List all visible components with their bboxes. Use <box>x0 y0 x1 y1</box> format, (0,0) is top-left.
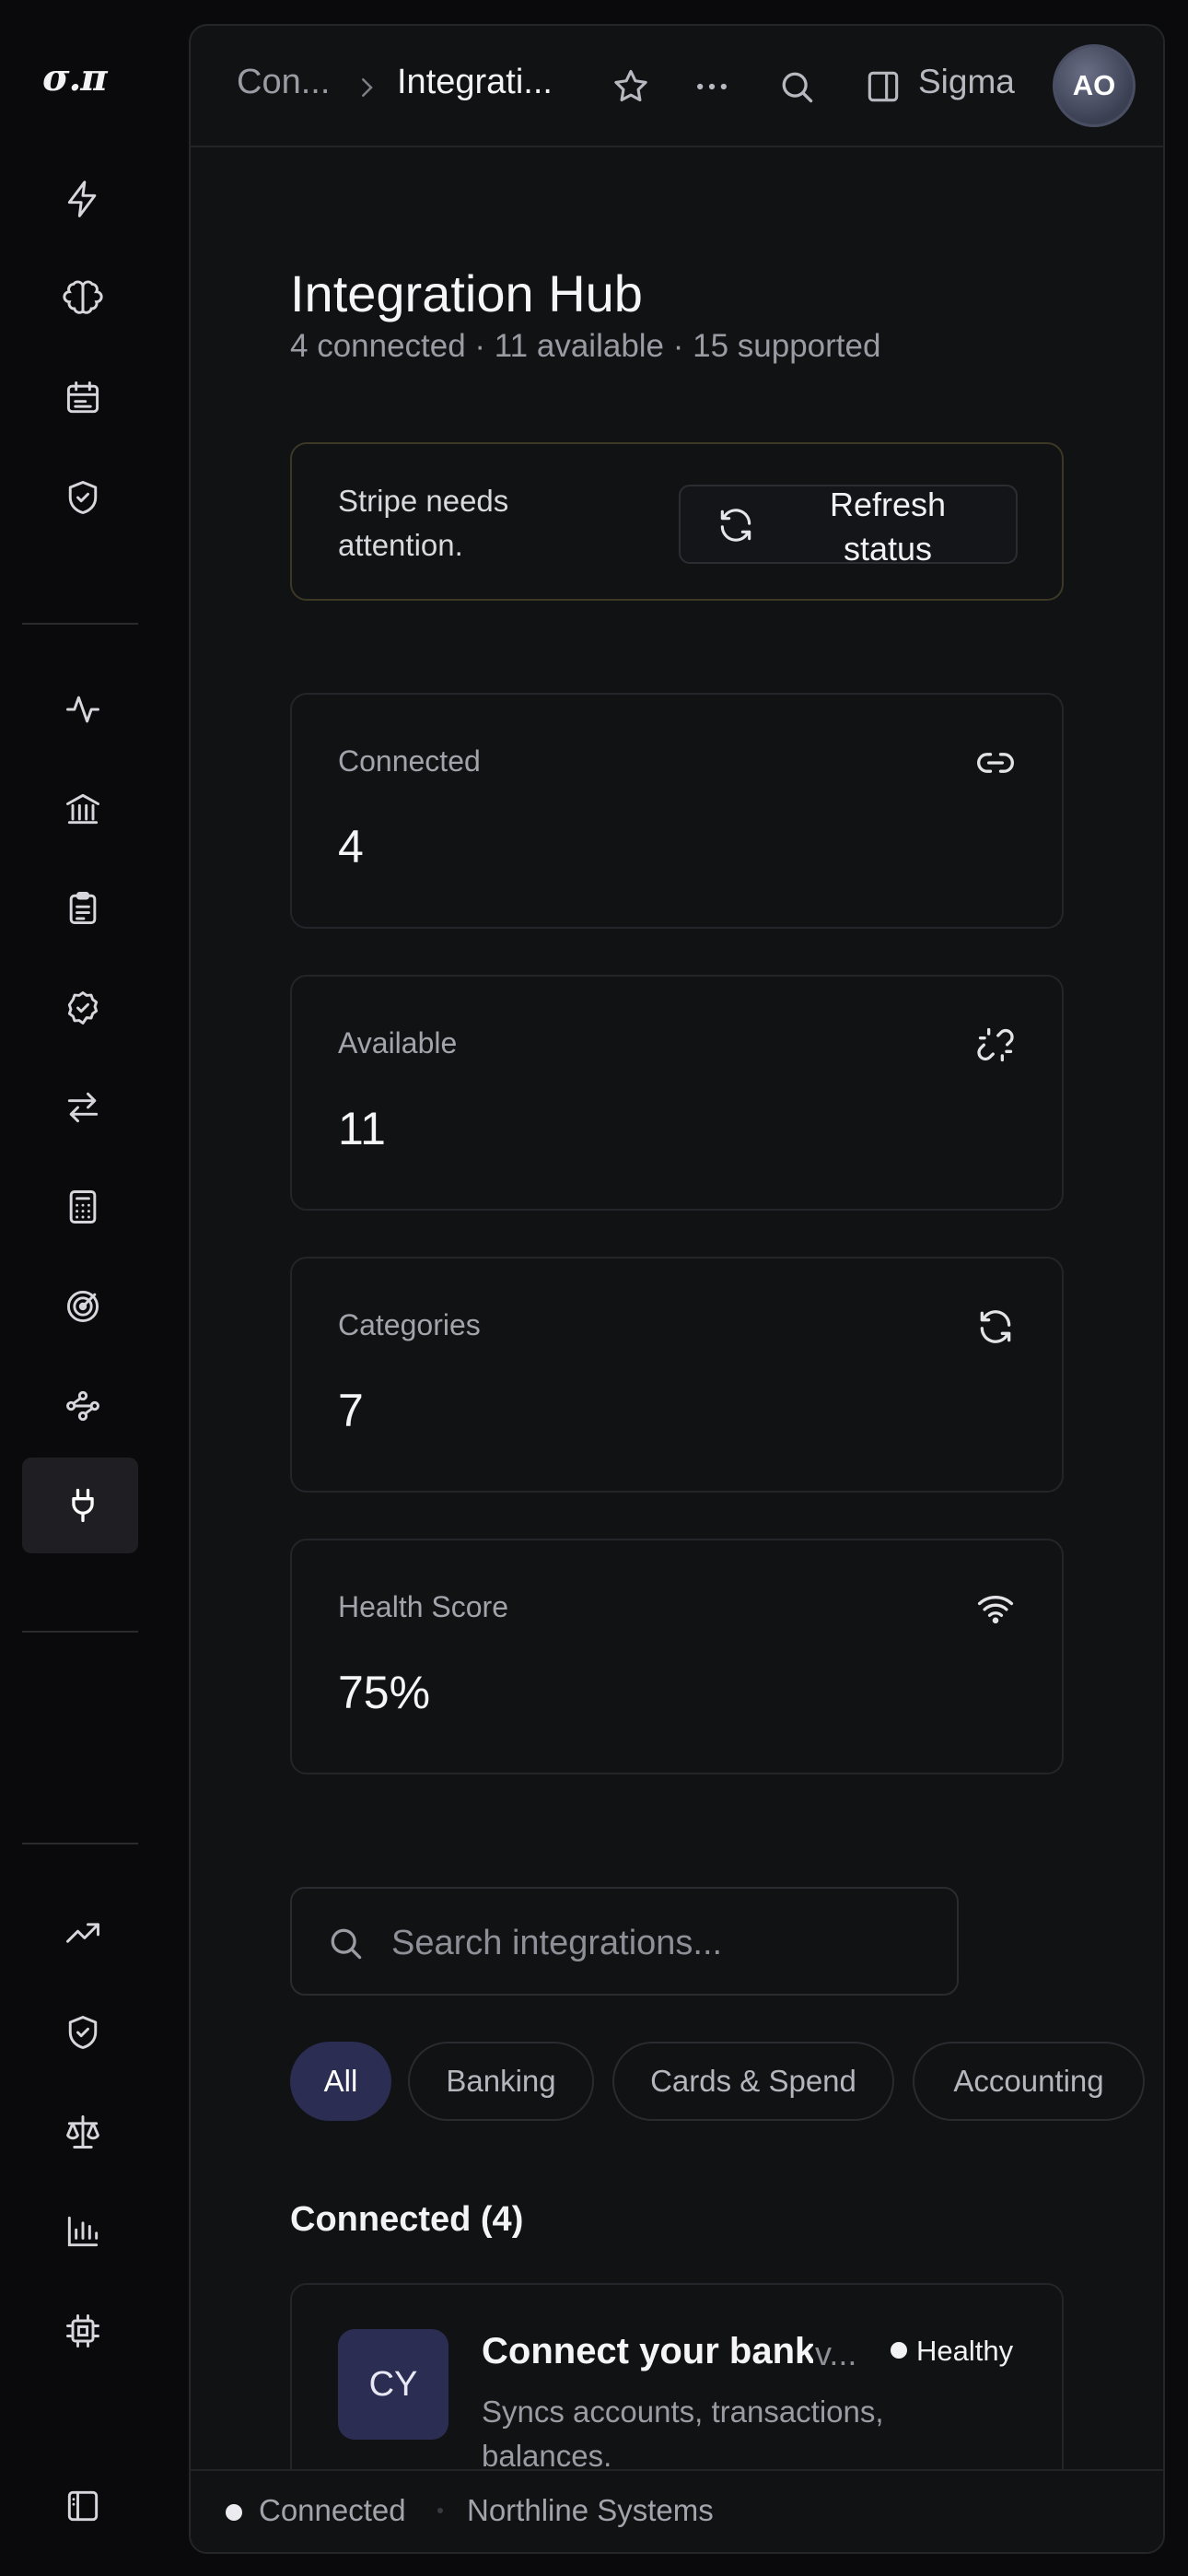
badge-check-icon <box>67 991 99 1025</box>
sidebar-item-tasks[interactable] <box>22 861 138 956</box>
stat-value: 7 <box>338 1385 364 1436</box>
target-icon <box>66 1290 99 1323</box>
filter-chip-all[interactable]: All <box>290 2042 391 2121</box>
stat-value: 11 <box>338 1103 386 1154</box>
panel-layout-icon[interactable] <box>863 66 903 107</box>
trending-up-icon <box>66 1923 99 1943</box>
sidebar-item-workflows[interactable] <box>22 1358 138 1454</box>
link-icon <box>977 753 1014 773</box>
sidebar-item-legal[interactable] <box>22 2084 138 2180</box>
plug-icon <box>72 1488 94 1523</box>
integration-name: Connect your bank <box>482 2331 813 2371</box>
sidebar-item-calculator[interactable] <box>22 1159 138 1255</box>
clipboard-icon <box>69 892 97 925</box>
refresh-status-label: Refresh status <box>829 486 947 568</box>
integration-logo: CY <box>338 2329 448 2440</box>
user-avatar[interactable]: AO <box>1053 44 1136 127</box>
status-bar: Connected Northline Systems <box>191 2469 1163 2552</box>
search-input[interactable] <box>390 1911 933 1975</box>
organization-name: Northline Systems <box>467 2493 714 2527</box>
stat-card-available: Available 11 <box>290 975 1064 1211</box>
breadcrumb-current: Integrati... <box>397 63 553 101</box>
stat-card-health-score: Health Score 75% <box>290 1539 1064 1774</box>
integration-version: v... <box>815 2335 857 2372</box>
stat-label: Categories <box>338 1308 481 1341</box>
sidebar-divider <box>22 1631 138 1633</box>
stat-label: Health Score <box>338 1590 508 1623</box>
top-bar: Con... Integrati... Sigma AO <box>191 26 1163 147</box>
calendar-icon <box>66 381 99 414</box>
sidebar-item-ai[interactable] <box>22 251 138 346</box>
alert-message: Stripe needs attention. <box>338 484 509 562</box>
broken-link-icon <box>977 1027 1014 1062</box>
app-logo[interactable]: σ.π <box>42 55 108 101</box>
stat-label: Available <box>338 1026 458 1060</box>
sidebar-item-activity[interactable] <box>22 662 138 757</box>
sidebar-divider <box>22 1843 138 1844</box>
page-title: Integration Hub <box>290 264 643 322</box>
main-panel: Con... Integrati... Sigma AO Integration… <box>189 24 1165 2554</box>
category-filters: All Banking Cards & Spend Accounting <box>290 2042 1163 2121</box>
stat-value: 75% <box>338 1667 431 1718</box>
sidebar-toggle-icon <box>67 2490 99 2522</box>
more-horizontal-icon[interactable] <box>692 66 732 107</box>
brain-icon <box>63 280 103 314</box>
integration-description: Syncs accounts, transactions, balances. <box>482 2395 884 2473</box>
search-icon[interactable] <box>776 66 817 107</box>
sidebar-item-growth[interactable] <box>22 1885 138 1981</box>
stat-card-connected: Connected 4 <box>290 693 1064 929</box>
cpu-icon <box>66 2314 99 2348</box>
status-text: Healthy <box>916 2335 1014 2367</box>
stat-label: Connected <box>338 744 481 778</box>
bank-icon <box>66 793 99 825</box>
workflow-icon <box>66 1390 99 1422</box>
status-separator <box>437 2508 443 2513</box>
wifi-icon <box>977 1596 1014 1624</box>
workspace-switcher[interactable]: Sigma <box>918 63 1015 101</box>
filter-chip-cards-spend[interactable]: Cards & Spend <box>612 2042 894 2121</box>
refresh-icon <box>720 509 751 542</box>
filter-chip-accounting[interactable]: Accounting <box>913 2042 1145 2121</box>
status-badge: Healthy <box>891 2335 1013 2368</box>
search-icon <box>331 1928 362 1960</box>
refresh-icon <box>980 1310 1011 1343</box>
sidebar-item-banking[interactable] <box>22 761 138 857</box>
page-subtitle: 4 connected · 11 available · 15 supporte… <box>290 328 881 364</box>
stat-card-categories: Categories 7 <box>290 1257 1064 1493</box>
sidebar-item-security[interactable] <box>22 450 138 545</box>
sidebar-item-system[interactable] <box>22 2283 138 2379</box>
breadcrumb-parent[interactable]: Con... <box>237 63 330 102</box>
search-box <box>290 1887 959 1996</box>
activity-icon <box>66 696 99 723</box>
sidebar-collapse-button[interactable] <box>22 2458 138 2554</box>
sidebar-item-quick-actions[interactable] <box>22 151 138 247</box>
sidebar-item-goals[interactable] <box>22 1259 138 1354</box>
refresh-status-button[interactable]: Refresh status <box>679 485 1018 568</box>
lightning-icon <box>67 181 97 217</box>
sidebar-item-compliance[interactable] <box>22 1985 138 2080</box>
sidebar-item-integrations[interactable] <box>22 1458 138 1553</box>
chevron-right-icon <box>362 78 373 97</box>
shield-check-icon <box>68 481 98 514</box>
connection-status-dot <box>226 2504 242 2521</box>
stat-value: 4 <box>338 821 364 872</box>
sidebar-item-reports[interactable] <box>22 2184 138 2279</box>
status-dot <box>891 2342 907 2359</box>
sidebar-divider <box>22 623 138 625</box>
bar-chart-icon <box>67 2216 99 2247</box>
connected-section-title: Connected (4) <box>290 2200 524 2239</box>
scale-icon <box>66 2115 99 2149</box>
sidebar-item-approvals[interactable] <box>22 960 138 1056</box>
sidebar-item-calendar[interactable] <box>22 350 138 446</box>
sidebar-item-transfers[interactable] <box>22 1060 138 1155</box>
calculator-icon <box>69 1190 97 1224</box>
shield-check-icon <box>68 2016 98 2049</box>
transfer-arrows-icon <box>67 1092 99 1123</box>
connection-status: Connected <box>259 2493 406 2527</box>
attention-alert: Stripe needs attention. Refresh status <box>290 442 1064 601</box>
filter-chip-banking[interactable]: Banking <box>408 2042 594 2121</box>
star-icon[interactable] <box>611 66 651 107</box>
app-sidebar: σ.π <box>0 0 184 2576</box>
